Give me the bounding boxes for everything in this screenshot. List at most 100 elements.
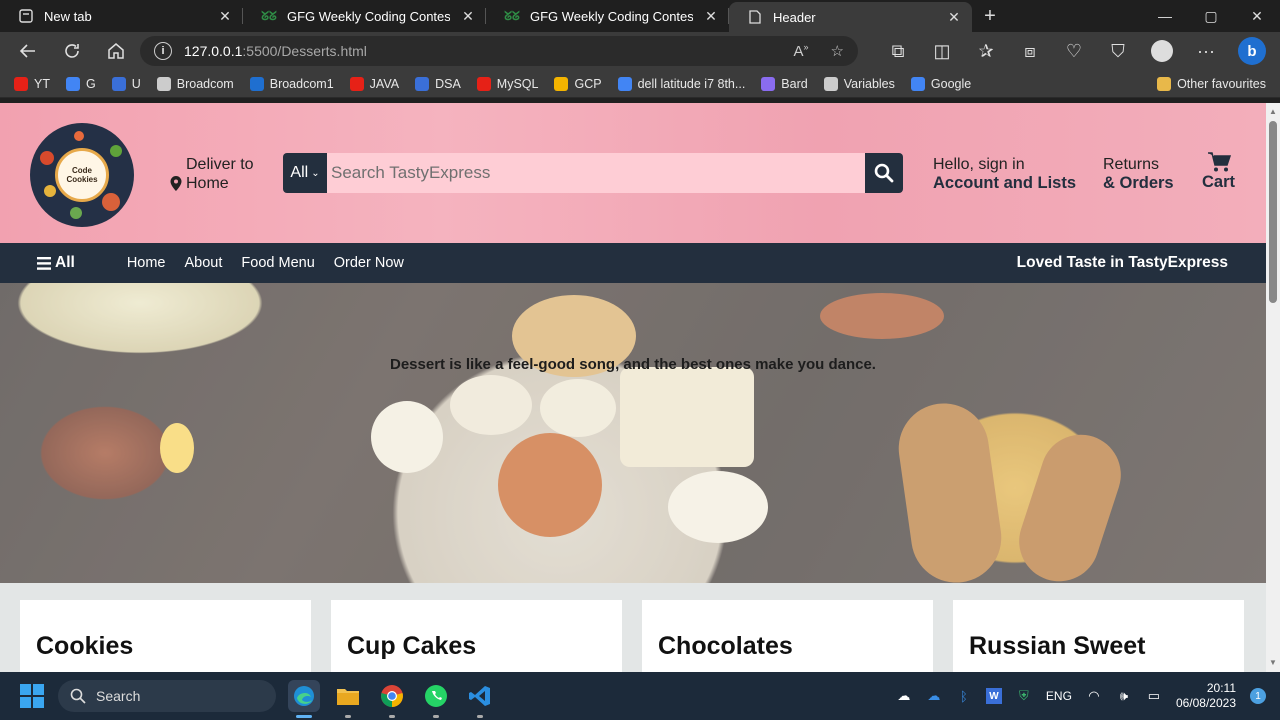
file-explorer-icon[interactable] — [332, 680, 364, 718]
account-lists[interactable]: Hello, sign in Account and Lists — [933, 155, 1076, 193]
hero-quote: Dessert is like a feel-good song, and th… — [390, 356, 876, 373]
new-tab-button[interactable]: + — [972, 0, 1008, 32]
nav-link-about[interactable]: About — [185, 255, 223, 271]
windows-start-icon[interactable] — [20, 684, 44, 708]
edge-app-icon[interactable] — [288, 680, 320, 718]
site-logo[interactable]: Code Cookies — [30, 123, 134, 227]
page-scrollbar[interactable]: ▲ ▼ — [1266, 103, 1280, 672]
gfg-icon: ᘜᘜ — [504, 8, 520, 23]
tab-new-tab[interactable]: New tab ✕ — [0, 0, 243, 32]
bookmark-item[interactable]: dell latitude i7 8th... — [617, 76, 745, 91]
card-russian-sweet[interactable]: Russian Sweet — [953, 600, 1244, 672]
scroll-up-icon[interactable]: ▲ — [1268, 107, 1278, 117]
search-button[interactable] — [865, 153, 903, 193]
card-cookies[interactable]: Cookies — [20, 600, 311, 672]
back-button[interactable] — [6, 32, 50, 70]
vscode-icon[interactable] — [464, 680, 496, 718]
card-title: Cup Cakes — [347, 632, 477, 660]
card-cup-cakes[interactable]: Cup Cakes — [331, 600, 622, 672]
notification-badge[interactable]: 1 — [1250, 688, 1266, 704]
other-favourites[interactable]: Other favourites — [1157, 76, 1266, 91]
close-window-button[interactable]: ✕ — [1234, 0, 1280, 32]
bookmark-item[interactable]: GCP — [554, 76, 602, 91]
bing-copilot-icon[interactable]: b — [1238, 37, 1266, 65]
performance-button[interactable]: ♡ — [1052, 32, 1096, 70]
split-screen-button[interactable]: ◫ — [920, 32, 964, 70]
security-shield-icon[interactable]: ⛨ — [1016, 688, 1032, 704]
cart-button[interactable]: Cart — [1202, 151, 1235, 192]
collections-button[interactable]: ⧈ — [1008, 32, 1052, 70]
tab-title: GFG Weekly Coding Contest — [287, 8, 450, 24]
toolbar-actions: ⧉ ◫ ✰ ⧈ ♡ ⛉ ··· b — [876, 32, 1266, 70]
scroll-down-icon[interactable]: ▼ — [1268, 658, 1278, 668]
home-button[interactable] — [94, 32, 138, 70]
site-search: All ⌄ — [283, 153, 903, 193]
close-tab-icon[interactable]: ✕ — [460, 8, 476, 25]
tab-gfg-contest[interactable]: ᘜᘜ GFG Weekly Coding Contest ✕ — [243, 0, 486, 32]
extensions-button[interactable]: ⧉ — [876, 32, 920, 70]
nav-link-food-menu[interactable]: Food Menu — [241, 255, 314, 271]
battery-icon[interactable]: ▭ — [1146, 688, 1162, 704]
profile-avatar[interactable] — [1151, 40, 1173, 62]
returns-orders[interactable]: Returns & Orders — [1103, 155, 1174, 193]
nav-tagline: Loved Taste in TastyExpress — [1016, 254, 1228, 271]
card-chocolates[interactable]: Chocolates — [642, 600, 933, 672]
bookmark-item[interactable]: JAVA — [349, 76, 399, 91]
nav-link-order-now[interactable]: Order Now — [334, 255, 404, 271]
minimize-button[interactable]: — — [1142, 0, 1188, 32]
site-info-icon[interactable]: i — [154, 42, 172, 60]
window-controls: — ▢ ✕ — [1142, 0, 1280, 32]
bookmark-item[interactable]: Broadcom — [156, 76, 234, 91]
nav-link-home[interactable]: Home — [127, 255, 166, 271]
tab-gfg-contest-11[interactable]: ᘜᘜ GFG Weekly Coding Contest - 11 ✕ — [486, 0, 729, 32]
bookmark-favicon-icon — [415, 76, 430, 91]
refresh-button[interactable] — [50, 32, 94, 70]
puzzle-icon: ⧉ — [891, 40, 905, 61]
other-favourites-label: Other favourites — [1177, 76, 1266, 91]
tab-title: Header — [773, 9, 816, 25]
bookmark-item[interactable]: Bard — [761, 76, 808, 91]
scroll-thumb[interactable] — [1269, 121, 1277, 303]
address-bar[interactable]: i 127.0.0.1:5500/Desserts.html A» ☆ — [140, 36, 858, 66]
bookmark-item[interactable]: MySQL — [476, 76, 538, 91]
bookmark-item[interactable]: DSA — [415, 76, 461, 91]
site-nav: All Home About Food Menu Order Now Loved… — [0, 243, 1266, 283]
browser-essentials-button[interactable]: ⛉ — [1096, 32, 1140, 70]
app-w-icon[interactable]: W — [985, 688, 1002, 704]
new-tab-icon — [18, 8, 34, 24]
close-tab-icon[interactable]: ✕ — [703, 8, 719, 25]
search-category-select[interactable]: All ⌄ — [283, 153, 327, 193]
onedrive-icon[interactable]: ☁ — [926, 688, 942, 704]
volume-icon[interactable]: 🕪 — [1116, 688, 1132, 704]
read-aloud-icon[interactable]: A» — [794, 42, 809, 60]
bookmark-favicon-icon — [156, 76, 171, 91]
hero-overlay — [0, 283, 1266, 583]
bookmark-item[interactable]: Broadcom1 — [249, 76, 334, 91]
tab-header[interactable]: Header ✕ — [729, 2, 972, 32]
close-tab-icon[interactable]: ✕ — [946, 9, 962, 26]
cloud-app-icon[interactable]: ☁ — [896, 688, 912, 704]
bookmark-item[interactable]: Variables — [823, 76, 895, 91]
maximize-button[interactable]: ▢ — [1188, 0, 1234, 32]
hero-banner: Dessert is like a feel-good song, and th… — [0, 283, 1266, 583]
bookmark-item[interactable]: U — [111, 76, 141, 91]
language-indicator[interactable]: ENG — [1046, 689, 1072, 703]
taskbar-search[interactable]: Search — [58, 680, 276, 712]
logo-text: Code Cookies — [55, 148, 109, 202]
close-tab-icon[interactable]: ✕ — [217, 8, 233, 25]
search-input[interactable] — [327, 153, 865, 193]
all-menu-button[interactable]: All — [37, 254, 75, 272]
chrome-icon[interactable] — [376, 680, 408, 718]
bookmark-item[interactable]: YT — [14, 76, 50, 91]
deliver-to[interactable]: Deliver to Home — [170, 155, 254, 193]
clock[interactable]: 20:11 06/08/2023 — [1176, 681, 1236, 711]
bookmark-item[interactable]: G — [65, 76, 96, 91]
favorites-button[interactable]: ✰ — [964, 32, 1008, 70]
bookmark-item[interactable]: Google — [910, 76, 971, 91]
whatsapp-icon[interactable] — [420, 680, 452, 718]
bluetooth-icon[interactable]: ᛒ — [956, 688, 972, 704]
wifi-icon[interactable]: ◠ — [1086, 688, 1102, 704]
settings-menu-button[interactable]: ··· — [1184, 32, 1228, 70]
orders-label: & Orders — [1103, 174, 1174, 192]
favorite-star-icon[interactable]: ☆ — [831, 42, 844, 60]
